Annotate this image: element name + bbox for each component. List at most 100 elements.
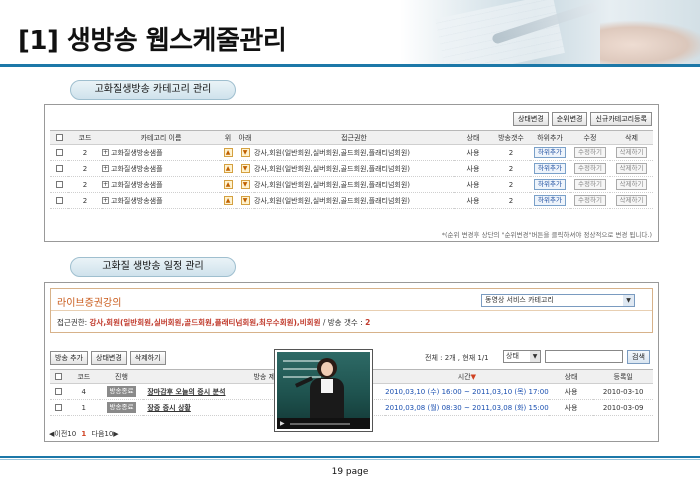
row-status: 사용 bbox=[548, 383, 594, 400]
col-category-name: 카테고리 이름 bbox=[102, 130, 220, 145]
select-all-checkbox[interactable] bbox=[55, 373, 63, 380]
row-time: 2010,03,10 (수) 16:00 ~ 2011,03,10 (목) 17… bbox=[385, 383, 549, 400]
edit-button[interactable]: 수정하기 bbox=[574, 147, 606, 158]
col-time[interactable]: 시간▼ bbox=[385, 369, 549, 384]
row-checkbox[interactable] bbox=[55, 165, 63, 172]
row-access: 강사,회원(일반회원,실버회원,골드회원,플래티넘회원) bbox=[254, 144, 454, 161]
row-status: 사용 bbox=[454, 160, 492, 177]
video-progress-bar[interactable] bbox=[289, 422, 350, 425]
prev-page-link[interactable]: ◀이전10 bbox=[49, 430, 76, 438]
row-category-name[interactable]: 고화질생방송샘플 bbox=[111, 149, 163, 157]
row-count: 2 bbox=[492, 160, 530, 177]
move-down-icon[interactable]: ▼ bbox=[240, 196, 250, 205]
delete-button[interactable]: 삭제하기 bbox=[129, 351, 166, 365]
row-status: 사용 bbox=[454, 192, 492, 209]
next-page-link[interactable]: 다음10▶ bbox=[92, 430, 119, 438]
expand-plus-icon[interactable]: + bbox=[102, 197, 109, 204]
order-change-button[interactable]: 순위변경 bbox=[551, 112, 588, 126]
move-up-icon[interactable]: ▲ bbox=[223, 148, 233, 157]
sort-desc-icon[interactable]: ▼ bbox=[471, 373, 476, 381]
edit-button[interactable]: 수정하기 bbox=[574, 163, 606, 174]
status-change-button[interactable]: 상태변경 bbox=[512, 112, 549, 126]
move-up-icon[interactable]: ▲ bbox=[223, 180, 233, 189]
move-down-icon[interactable]: ▼ bbox=[240, 148, 250, 157]
move-down-icon[interactable]: ▼ bbox=[240, 164, 250, 173]
row-code: 1 bbox=[67, 399, 100, 416]
category-select[interactable]: 동영상 서비스 카테고리 ▼ bbox=[481, 294, 635, 307]
col-access: 접근권한 bbox=[254, 130, 454, 145]
row-count: 2 bbox=[492, 192, 530, 209]
edit-button[interactable]: 수정하기 bbox=[574, 195, 606, 206]
move-up-icon[interactable]: ▲ bbox=[223, 196, 233, 205]
page-title: [1] 생방송 웹스케줄관리 bbox=[18, 26, 287, 56]
order-change-note: *(순위 변경후 상단의 "순위변경"버튼을 클릭하셔야 정상적으로 변경 됩니… bbox=[441, 231, 652, 239]
access-label: 접근권한: bbox=[57, 318, 88, 327]
row-category-name[interactable]: 고화질생방송샘플 bbox=[111, 197, 163, 205]
page-number: 19 page bbox=[331, 467, 369, 477]
category-panel: 상태변경 순위변경 신규카테고리등록 코드 카테고리 이름 위 아래 접근권한 … bbox=[44, 104, 659, 242]
row-date: 2010-03-09 bbox=[593, 399, 653, 416]
progress-badge: 방송종료 bbox=[106, 386, 137, 397]
delete-button[interactable]: 삭제하기 bbox=[615, 163, 648, 174]
result-summary: 전체 : 2개 , 현재 1/1 bbox=[425, 354, 489, 362]
move-up-icon[interactable]: ▲ bbox=[223, 164, 233, 173]
col-reg-date: 등록일 bbox=[593, 369, 653, 384]
row-checkbox[interactable] bbox=[55, 388, 63, 395]
row-count: 2 bbox=[492, 144, 530, 161]
select-all-checkbox[interactable] bbox=[55, 134, 63, 141]
chevron-down-icon[interactable]: ▼ bbox=[530, 351, 540, 362]
table-row: 2 + 고화질생방송샘플 ▲ ▼ 강사,회원(일반회원,실버회원,골드회원,플래티… bbox=[50, 160, 653, 177]
row-access: 강사,회원(일반회원,실버회원,골드회원,플래티넘회원) bbox=[254, 176, 454, 193]
category-table: 코드 카테고리 이름 위 아래 접근권한 상태 방송갯수 하위추가 수정 삭제 … bbox=[50, 130, 653, 209]
expand-plus-icon[interactable]: + bbox=[102, 149, 109, 156]
row-access: 강사,회원(일반회원,실버회원,골드회원,플래티넘회원) bbox=[254, 192, 454, 209]
row-code: 4 bbox=[67, 383, 100, 400]
current-page[interactable]: 1 bbox=[81, 430, 86, 438]
chevron-down-icon[interactable]: ▼ bbox=[623, 295, 634, 306]
row-checkbox[interactable] bbox=[55, 149, 63, 156]
section-category-label: 고화질생방송 카테고리 관리 bbox=[70, 80, 236, 100]
row-code: 2 bbox=[68, 192, 102, 209]
channel-info-box: 라이브증권강의 동영상 서비스 카테고리 ▼ 접근권한: 강사,회원(일반회원,… bbox=[50, 288, 653, 333]
row-category-name[interactable]: 고화질생방송샘플 bbox=[111, 165, 163, 173]
row-status: 사용 bbox=[454, 176, 492, 193]
add-broadcast-button[interactable]: 방송 추가 bbox=[50, 351, 88, 365]
delete-button[interactable]: 삭제하기 bbox=[615, 195, 648, 206]
col-delete: 삭제 bbox=[610, 130, 653, 145]
table-row: 2 + 고화질생방송샘플 ▲ ▼ 강사,회원(일반회원,실버회원,골드회원,플래티… bbox=[50, 176, 653, 193]
add-sub-button[interactable]: 하위추가 bbox=[534, 163, 566, 174]
row-time: 2010,03,08 (월) 08:30 ~ 2011,03,08 (화) 15… bbox=[385, 399, 549, 416]
row-code: 2 bbox=[68, 144, 102, 161]
table-row: 2 + 고화질생방송샘플 ▲ ▼ 강사,회원(일반회원,실버회원,골드회원,플래티… bbox=[50, 144, 653, 161]
delete-button[interactable]: 삭제하기 bbox=[615, 147, 648, 158]
expand-plus-icon[interactable]: + bbox=[102, 165, 109, 172]
row-checkbox[interactable] bbox=[55, 197, 63, 204]
footer-divider bbox=[0, 456, 700, 458]
status-filter-select[interactable]: 상태 ▼ bbox=[503, 350, 541, 363]
play-icon[interactable]: ▶ bbox=[280, 420, 285, 427]
row-checkbox[interactable] bbox=[55, 404, 63, 411]
col-add-sub: 하위추가 bbox=[530, 130, 570, 145]
expand-plus-icon[interactable]: + bbox=[102, 181, 109, 188]
presenter-face bbox=[321, 362, 333, 376]
add-sub-button[interactable]: 하위추가 bbox=[534, 179, 566, 190]
col-down: 아래 bbox=[236, 130, 254, 145]
search-button[interactable]: 검색 bbox=[627, 350, 650, 364]
add-sub-button[interactable]: 하위추가 bbox=[534, 195, 566, 206]
row-category-name[interactable]: 고화질생방송샘플 bbox=[111, 181, 163, 189]
progress-badge: 방송종료 bbox=[106, 402, 137, 413]
status-change-button[interactable]: 상태변경 bbox=[91, 351, 127, 365]
broadcast-count-label: / 방송 갯수 : bbox=[322, 318, 363, 327]
move-down-icon[interactable]: ▼ bbox=[240, 180, 250, 189]
live-video-thumbnail[interactable]: ▶ bbox=[274, 349, 373, 432]
new-category-button[interactable]: 신규카테고리등록 bbox=[590, 112, 652, 126]
add-sub-button[interactable]: 하위추가 bbox=[534, 147, 566, 158]
schedule-toolbar: 방송 추가 상태변경 삭제하기 bbox=[50, 351, 166, 365]
header-divider bbox=[0, 64, 700, 67]
channel-title: 라이브증권강의 bbox=[57, 298, 122, 309]
edit-button[interactable]: 수정하기 bbox=[574, 179, 606, 190]
search-input[interactable] bbox=[545, 350, 623, 363]
delete-button[interactable]: 삭제하기 bbox=[615, 179, 648, 190]
col-up: 위 bbox=[220, 130, 236, 145]
row-checkbox[interactable] bbox=[55, 181, 63, 188]
